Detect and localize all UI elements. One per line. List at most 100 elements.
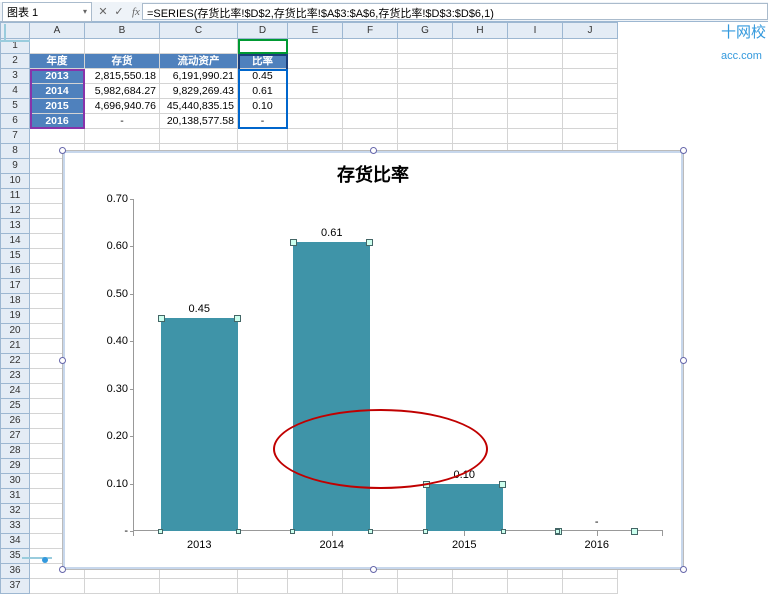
col-header-G[interactable]: G (398, 22, 453, 39)
row-header-20[interactable]: 20 (0, 324, 30, 339)
row-header-27[interactable]: 27 (0, 429, 30, 444)
cell-H2[interactable] (453, 54, 508, 69)
cell-H37[interactable] (453, 579, 508, 594)
row-header-22[interactable]: 22 (0, 354, 30, 369)
cell-J4[interactable] (563, 84, 618, 99)
row-header-13[interactable]: 13 (0, 219, 30, 234)
row-header-11[interactable]: 11 (0, 189, 30, 204)
cell-B2[interactable]: 存货 (85, 54, 160, 69)
col-header-D[interactable]: D (238, 22, 288, 39)
cell-D4[interactable]: 0.61 (238, 84, 288, 99)
cell-A7[interactable] (30, 129, 85, 144)
col-header-H[interactable]: H (453, 22, 508, 39)
annotation-ellipse[interactable] (273, 409, 488, 489)
cell-D7[interactable] (238, 129, 288, 144)
cell-B3[interactable]: 2,815,550.18 (85, 69, 160, 84)
cell-G6[interactable] (398, 114, 453, 129)
cell-I6[interactable] (508, 114, 563, 129)
cell-H3[interactable] (453, 69, 508, 84)
row-header-14[interactable]: 14 (0, 234, 30, 249)
cell-E4[interactable] (288, 84, 343, 99)
cell-E1[interactable] (288, 39, 343, 54)
cell-I3[interactable] (508, 69, 563, 84)
cell-G1[interactable] (398, 39, 453, 54)
bar-2013[interactable]: 0.45 (161, 318, 238, 531)
name-box[interactable]: 图表 1 (2, 2, 92, 22)
row-header-17[interactable]: 17 (0, 279, 30, 294)
cell-D37[interactable] (238, 579, 288, 594)
col-header-E[interactable]: E (288, 22, 343, 39)
cell-G5[interactable] (398, 99, 453, 114)
row-header-7[interactable]: 7 (0, 129, 30, 144)
select-all-corner[interactable] (0, 22, 30, 39)
cell-F3[interactable] (343, 69, 398, 84)
cell-C7[interactable] (160, 129, 238, 144)
row-header-37[interactable]: 37 (0, 579, 30, 594)
row-header-9[interactable]: 9 (0, 159, 30, 174)
cell-I4[interactable] (508, 84, 563, 99)
cell-C4[interactable]: 9,829,269.43 (160, 84, 238, 99)
cell-F5[interactable] (343, 99, 398, 114)
row-header-19[interactable]: 19 (0, 309, 30, 324)
row-header-8[interactable]: 8 (0, 144, 30, 159)
row-header-21[interactable]: 21 (0, 339, 30, 354)
row-header-5[interactable]: 5 (0, 99, 30, 114)
cell-F4[interactable] (343, 84, 398, 99)
col-header-A[interactable]: A (30, 22, 85, 39)
chart-title[interactable]: 存货比率 (63, 151, 683, 187)
row-header-32[interactable]: 32 (0, 504, 30, 519)
row-header-23[interactable]: 23 (0, 369, 30, 384)
row-header-28[interactable]: 28 (0, 444, 30, 459)
cell-B5[interactable]: 4,696,940.76 (85, 99, 160, 114)
cell-H4[interactable] (453, 84, 508, 99)
col-header-I[interactable]: I (508, 22, 563, 39)
cell-J1[interactable] (563, 39, 618, 54)
row-header-10[interactable]: 10 (0, 174, 30, 189)
row-header-15[interactable]: 15 (0, 249, 30, 264)
cell-B7[interactable] (85, 129, 160, 144)
col-header-J[interactable]: J (563, 22, 618, 39)
row-header-25[interactable]: 25 (0, 399, 30, 414)
cell-G7[interactable] (398, 129, 453, 144)
row-header-24[interactable]: 24 (0, 384, 30, 399)
cell-I5[interactable] (508, 99, 563, 114)
row-header-35[interactable]: 35 (0, 549, 30, 564)
cell-C5[interactable]: 45,440,835.15 (160, 99, 238, 114)
cell-C2[interactable]: 流动资产 (160, 54, 238, 69)
cell-H5[interactable] (453, 99, 508, 114)
cell-E2[interactable] (288, 54, 343, 69)
cell-A4[interactable]: 2014 (30, 84, 85, 99)
cell-C1[interactable] (160, 39, 238, 54)
cell-C3[interactable]: 6,191,990.21 (160, 69, 238, 84)
bar-2015[interactable]: 0.10 (426, 484, 503, 531)
row-header-16[interactable]: 16 (0, 264, 30, 279)
cell-H1[interactable] (453, 39, 508, 54)
formula-accept-icon[interactable]: ✓ (112, 5, 126, 18)
cell-J37[interactable] (563, 579, 618, 594)
chart-object[interactable]: 存货比率 -0.100.200.300.400.500.600.70 0.452… (62, 150, 684, 570)
cell-A37[interactable] (30, 579, 85, 594)
cell-B4[interactable]: 5,982,684.27 (85, 84, 160, 99)
cell-D5[interactable]: 0.10 (238, 99, 288, 114)
cell-A5[interactable]: 2015 (30, 99, 85, 114)
cell-F7[interactable] (343, 129, 398, 144)
cell-I2[interactable] (508, 54, 563, 69)
cell-J3[interactable] (563, 69, 618, 84)
cell-F2[interactable] (343, 54, 398, 69)
cell-D6[interactable]: - (238, 114, 288, 129)
cell-I7[interactable] (508, 129, 563, 144)
cell-H6[interactable] (453, 114, 508, 129)
row-header-29[interactable]: 29 (0, 459, 30, 474)
cell-B1[interactable] (85, 39, 160, 54)
cell-I1[interactable] (508, 39, 563, 54)
cell-E37[interactable] (288, 579, 343, 594)
cell-C37[interactable] (160, 579, 238, 594)
fx-label[interactable]: fx (130, 6, 142, 18)
cell-H7[interactable] (453, 129, 508, 144)
cell-G3[interactable] (398, 69, 453, 84)
cell-G37[interactable] (398, 579, 453, 594)
cell-J5[interactable] (563, 99, 618, 114)
formula-input[interactable]: =SERIES(存货比率!$D$2,存货比率!$A$3:$A$6,存货比率!$D… (142, 3, 768, 20)
cell-G4[interactable] (398, 84, 453, 99)
row-header-18[interactable]: 18 (0, 294, 30, 309)
